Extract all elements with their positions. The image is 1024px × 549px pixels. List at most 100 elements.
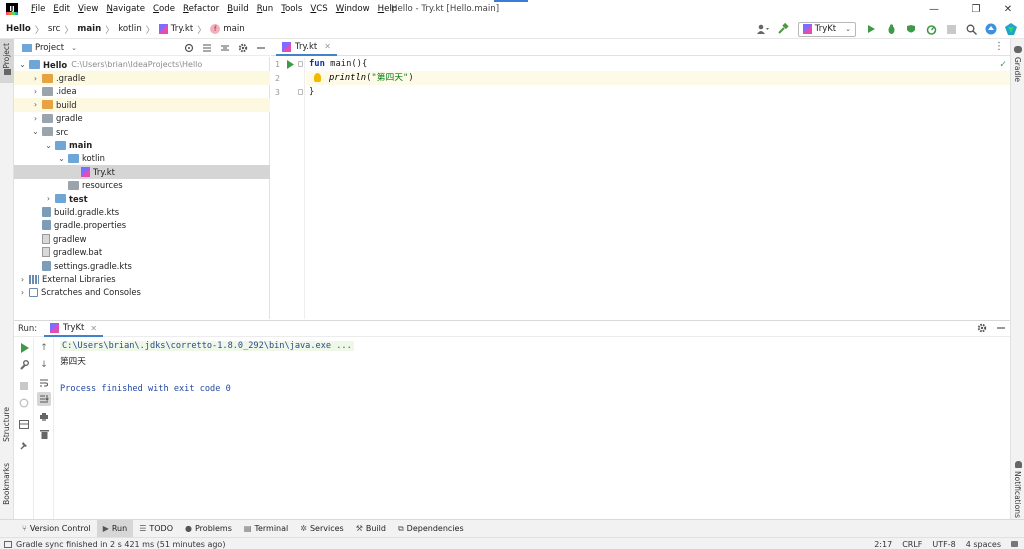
minimize-button[interactable]: —	[916, 0, 952, 19]
editor-tab-try-kt[interactable]: Try.kt ✕	[276, 39, 337, 56]
close-window-button[interactable]: ✕	[990, 0, 1024, 19]
debug-bug-icon[interactable]	[882, 20, 900, 38]
menu-item-view[interactable]: View	[74, 0, 102, 19]
menu-item-edit[interactable]: Edit	[49, 0, 74, 19]
chevron-right-icon[interactable]: ›	[44, 194, 53, 203]
more-options-icon[interactable]: ⋮	[994, 41, 1004, 53]
rerun-icon[interactable]	[17, 341, 31, 355]
project-tool-tab[interactable]: Project	[0, 39, 14, 83]
menu-item-file[interactable]: File	[27, 0, 49, 19]
menu-item-window[interactable]: Window	[332, 0, 374, 19]
project-view-selector[interactable]: Project ⌄	[22, 39, 77, 56]
menu-item-navigate[interactable]: Navigate	[102, 0, 149, 19]
menu-item-code[interactable]: Code	[149, 0, 179, 19]
chevron-down-icon[interactable]: ⌄	[44, 141, 53, 150]
maximize-button[interactable]: ❐	[958, 0, 994, 19]
chevron-right-icon[interactable]: ›	[31, 114, 40, 123]
chevron-right-icon[interactable]: ›	[18, 288, 27, 297]
breadcrumb-kotlin[interactable]: kotlin	[118, 24, 142, 34]
gear-icon[interactable]	[977, 323, 987, 333]
run-gutter-icon[interactable]	[286, 60, 294, 69]
line-separator[interactable]: CRLF	[902, 540, 922, 549]
chevron-right-icon[interactable]: ›	[31, 74, 40, 83]
print-icon[interactable]	[37, 410, 51, 424]
tree-node[interactable]: ⌄ src	[14, 125, 270, 138]
hide-panel-icon[interactable]	[996, 323, 1006, 333]
no-problems-check-icon[interactable]: ✓	[1000, 59, 1006, 70]
intention-bulb-icon[interactable]	[314, 73, 321, 82]
breadcrumb-main[interactable]: main	[77, 24, 101, 34]
wrench-icon[interactable]	[17, 358, 31, 372]
tree-node[interactable]: gradlew.bat	[14, 246, 270, 259]
menu-item-tools[interactable]: Tools	[277, 0, 306, 19]
arrow-up-icon[interactable]: ↑	[37, 341, 51, 355]
tree-node[interactable]: › .gradle	[14, 71, 270, 85]
breadcrumb-function[interactable]: f main	[210, 24, 245, 34]
chevron-right-icon[interactable]: ›	[31, 100, 40, 109]
run-icon[interactable]	[862, 20, 880, 38]
expand-all-icon[interactable]	[202, 43, 212, 53]
tab-dependencies[interactable]: ⧉ Dependencies	[392, 520, 470, 537]
status-message-area[interactable]: Gradle sync finished in 2 s 421 ms (51 m…	[4, 538, 225, 549]
tree-node[interactable]: › .idea	[14, 85, 270, 98]
gradle-tool-tab[interactable]: Gradle	[1011, 43, 1024, 82]
tree-node[interactable]: build.gradle.kts	[14, 205, 270, 218]
structure-tool-tab[interactable]: Structure	[0, 403, 14, 448]
tab-terminal[interactable]: ▤ Terminal	[238, 520, 294, 537]
tab-problems[interactable]: ● Problems	[179, 520, 238, 537]
dump-threads-icon[interactable]	[17, 396, 31, 410]
hide-panel-icon[interactable]	[256, 43, 266, 53]
lock-icon[interactable]	[1011, 541, 1018, 547]
tree-node[interactable]: settings.gradle.kts	[14, 259, 270, 272]
profile-icon[interactable]	[922, 20, 940, 38]
tab-version-control[interactable]: ⑂ Version Control	[16, 520, 97, 537]
locate-file-icon[interactable]	[184, 43, 194, 53]
tab-run[interactable]: ▶ Run	[96, 520, 134, 537]
tree-node[interactable]: › build	[14, 98, 270, 112]
tree-node[interactable]: › External Libraries	[14, 272, 270, 285]
caret-position[interactable]: 2:17	[874, 540, 892, 549]
tree-node[interactable]: gradle.properties	[14, 219, 270, 232]
run-configuration-select[interactable]: TryKt ⌄	[797, 21, 856, 37]
close-icon[interactable]: ✕	[324, 42, 331, 51]
scroll-to-end-icon[interactable]	[37, 392, 51, 406]
layout-icon[interactable]	[17, 417, 31, 431]
fold-marker-icon[interactable]	[298, 89, 303, 95]
breadcrumb-file[interactable]: Try.kt	[158, 24, 193, 34]
fold-marker-icon[interactable]	[298, 61, 303, 67]
soft-wrap-icon[interactable]	[37, 376, 51, 390]
chevron-down-icon[interactable]: ⌄	[31, 127, 40, 136]
close-icon[interactable]: ✕	[90, 324, 97, 333]
run-with-coverage-icon[interactable]	[902, 20, 920, 38]
search-everywhere-icon[interactable]	[962, 20, 980, 38]
stop-icon[interactable]	[17, 379, 31, 393]
code-editor[interactable]: fun main(){ println("第四天") } ✓	[306, 57, 1010, 319]
tree-node[interactable]: ⌄ main	[14, 138, 270, 151]
tree-node[interactable]: gradlew	[14, 232, 270, 245]
chevron-down-icon[interactable]: ⌄	[18, 60, 27, 69]
user-account-icon[interactable]	[754, 20, 772, 38]
tree-node[interactable]: resources	[14, 179, 270, 192]
trash-icon[interactable]	[37, 427, 51, 441]
tab-services[interactable]: ✲ Services	[294, 520, 349, 537]
tree-node[interactable]: Try.kt	[14, 165, 270, 179]
breadcrumb-src[interactable]: src	[48, 24, 61, 34]
gear-icon[interactable]	[238, 43, 248, 53]
stop-icon[interactable]	[942, 20, 960, 38]
collapse-all-icon[interactable]	[220, 43, 230, 53]
tab-todo[interactable]: ☰ TODO	[133, 520, 179, 537]
chevron-right-icon[interactable]: ›	[18, 275, 27, 284]
arrow-down-icon[interactable]: ↓	[37, 358, 51, 372]
ide-update-icon[interactable]	[982, 20, 1000, 38]
bookmarks-tool-tab[interactable]: Bookmarks	[0, 459, 14, 511]
menu-item-vcs[interactable]: VCS	[306, 0, 331, 19]
pin-icon[interactable]	[17, 438, 31, 452]
tree-node[interactable]: › Scratches and Consoles	[14, 286, 270, 299]
tree-node[interactable]: ⌄ Hello C:\Users\brian\IdeaProjects\Hello	[14, 58, 270, 71]
menu-item-run[interactable]: Run	[253, 0, 278, 19]
breadcrumb-project[interactable]: Hello	[6, 24, 31, 34]
indent-setting[interactable]: 4 spaces	[966, 540, 1001, 549]
tree-node[interactable]: ⌄ kotlin	[14, 152, 270, 165]
tab-build[interactable]: ⚒ Build	[350, 520, 392, 537]
jetbrains-ide-icon[interactable]	[1002, 20, 1020, 38]
